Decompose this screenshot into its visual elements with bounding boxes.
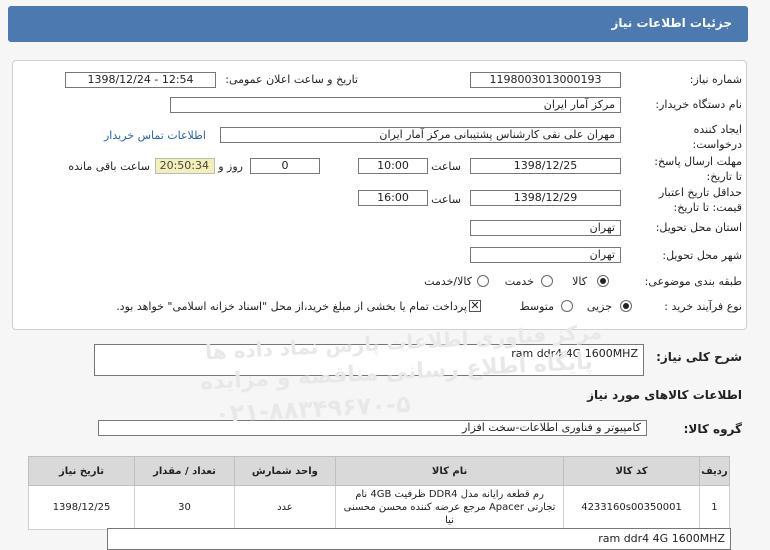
- city-label: شهر محل تحویل:: [662, 249, 742, 262]
- cell-goods-name: رم قطعه رایانه مدل DDR4 ظرفیت 4GB نام تج…: [334, 485, 565, 530]
- header-goods-code: کد کالا: [563, 456, 700, 486]
- cell-goods-code: 4233160s00350001: [563, 485, 700, 530]
- buyer-org-label: نام دستگاه خریدار:: [655, 98, 742, 111]
- radio-process-medium[interactable]: [561, 300, 573, 312]
- radio-category-service[interactable]: [541, 275, 553, 287]
- send-time-field[interactable]: 10:00: [358, 158, 428, 174]
- table-row: 1398/12/25 30 عدد رم قطعه رایانه مدل DDR…: [27, 485, 731, 530]
- goods-table: تاریخ نیاز تعداد / مقدار واحد شمارش نام …: [27, 456, 731, 530]
- radio-category-goods[interactable]: [597, 275, 609, 287]
- announce-field[interactable]: 1398/12/24 - 12:54: [65, 72, 216, 88]
- description-label: شرح کلی نیاز:: [656, 350, 742, 364]
- validity-time-label: ساعت: [431, 193, 461, 206]
- remaining-time-field: 20:50:34: [155, 158, 215, 174]
- cell-row-number: 1: [698, 485, 731, 530]
- buyer-contact-link[interactable]: اطلاعات تماس خریدار: [104, 129, 206, 142]
- city-field[interactable]: تهران: [470, 247, 621, 263]
- header-quantity: تعداد / مقدار: [134, 456, 235, 486]
- treasury-payment-checkbox[interactable]: ✕: [469, 300, 481, 312]
- need-number-label: شماره نیاز:: [689, 73, 742, 86]
- creator-label: ایجاد کننده درخواست:: [692, 123, 742, 151]
- validity-date-field[interactable]: 1398/12/29: [470, 190, 621, 206]
- announce-label: تاریخ و ساعت اعلان عمومی:: [225, 73, 358, 86]
- radio-category-goods-service[interactable]: [477, 275, 489, 287]
- page-title: جزئیات اطلاعات نیاز: [611, 16, 732, 30]
- creator-field[interactable]: مهران علی نقی کارشناس پشتیبانی مرکز آمار…: [220, 127, 621, 143]
- category-option-service: خدمت: [504, 275, 534, 288]
- days-label: روز و: [218, 160, 243, 173]
- need-number-field[interactable]: 1198003013000193: [470, 72, 621, 88]
- validity-label: حداقل تاریخ اعتبار قیمت: تا تاریخ:: [658, 186, 742, 214]
- table-header-row: تاریخ نیاز تعداد / مقدار واحد شمارش نام …: [27, 456, 731, 486]
- bottom-note-field[interactable]: ram ddr4 4G 1600MHZ: [107, 528, 731, 550]
- process-option-medium: متوسط: [519, 300, 554, 313]
- cell-unit: عدد: [233, 485, 336, 530]
- category-option-goods-service: کالا/خدمت: [424, 275, 472, 288]
- description-field[interactable]: ram ddr4 4G 1600MHZ: [94, 344, 644, 376]
- send-time-label: ساعت: [431, 160, 461, 173]
- send-deadline-label: مهلت ارسال پاسخ: تا تاریخ:: [654, 155, 742, 183]
- goods-group-label: گروه کالا:: [683, 422, 742, 436]
- treasury-payment-note: پرداخت تمام یا بخشی از مبلغ خرید،از محل …: [116, 300, 467, 313]
- validity-time-field[interactable]: 16:00: [358, 190, 428, 206]
- cell-need-date: 1398/12/25: [27, 485, 136, 530]
- header-unit: واحد شمارش: [233, 456, 336, 486]
- category-option-goods: کالا: [572, 275, 587, 288]
- radio-process-minor[interactable]: [620, 300, 632, 312]
- goods-group-field[interactable]: کامپیوتر و فناوری اطلاعات-سخت افزار: [98, 420, 647, 436]
- days-field[interactable]: 0: [250, 158, 320, 174]
- cell-quantity: 30: [134, 485, 235, 530]
- province-field[interactable]: تهران: [470, 220, 621, 236]
- send-date-field[interactable]: 1398/12/25: [470, 158, 621, 174]
- goods-section-title: اطلاعات کالاهای مورد نیاز: [587, 388, 742, 402]
- remaining-label: ساعت باقی مانده: [68, 160, 150, 173]
- province-label: استان محل تحویل:: [655, 221, 742, 234]
- process-label: نوع فرآیند خرید :: [664, 300, 742, 313]
- header-need-date: تاریخ نیاز: [27, 456, 136, 486]
- header-goods-name: نام کالا: [334, 456, 565, 486]
- header-row-number: ردیف: [698, 456, 731, 486]
- category-label: طبقه بندی موضوعی:: [644, 275, 742, 288]
- title-bar: جزئیات اطلاعات نیاز: [8, 6, 748, 42]
- buyer-org-field[interactable]: مرکز آمار ایران: [170, 97, 621, 113]
- process-option-minor: جزیی: [586, 300, 612, 313]
